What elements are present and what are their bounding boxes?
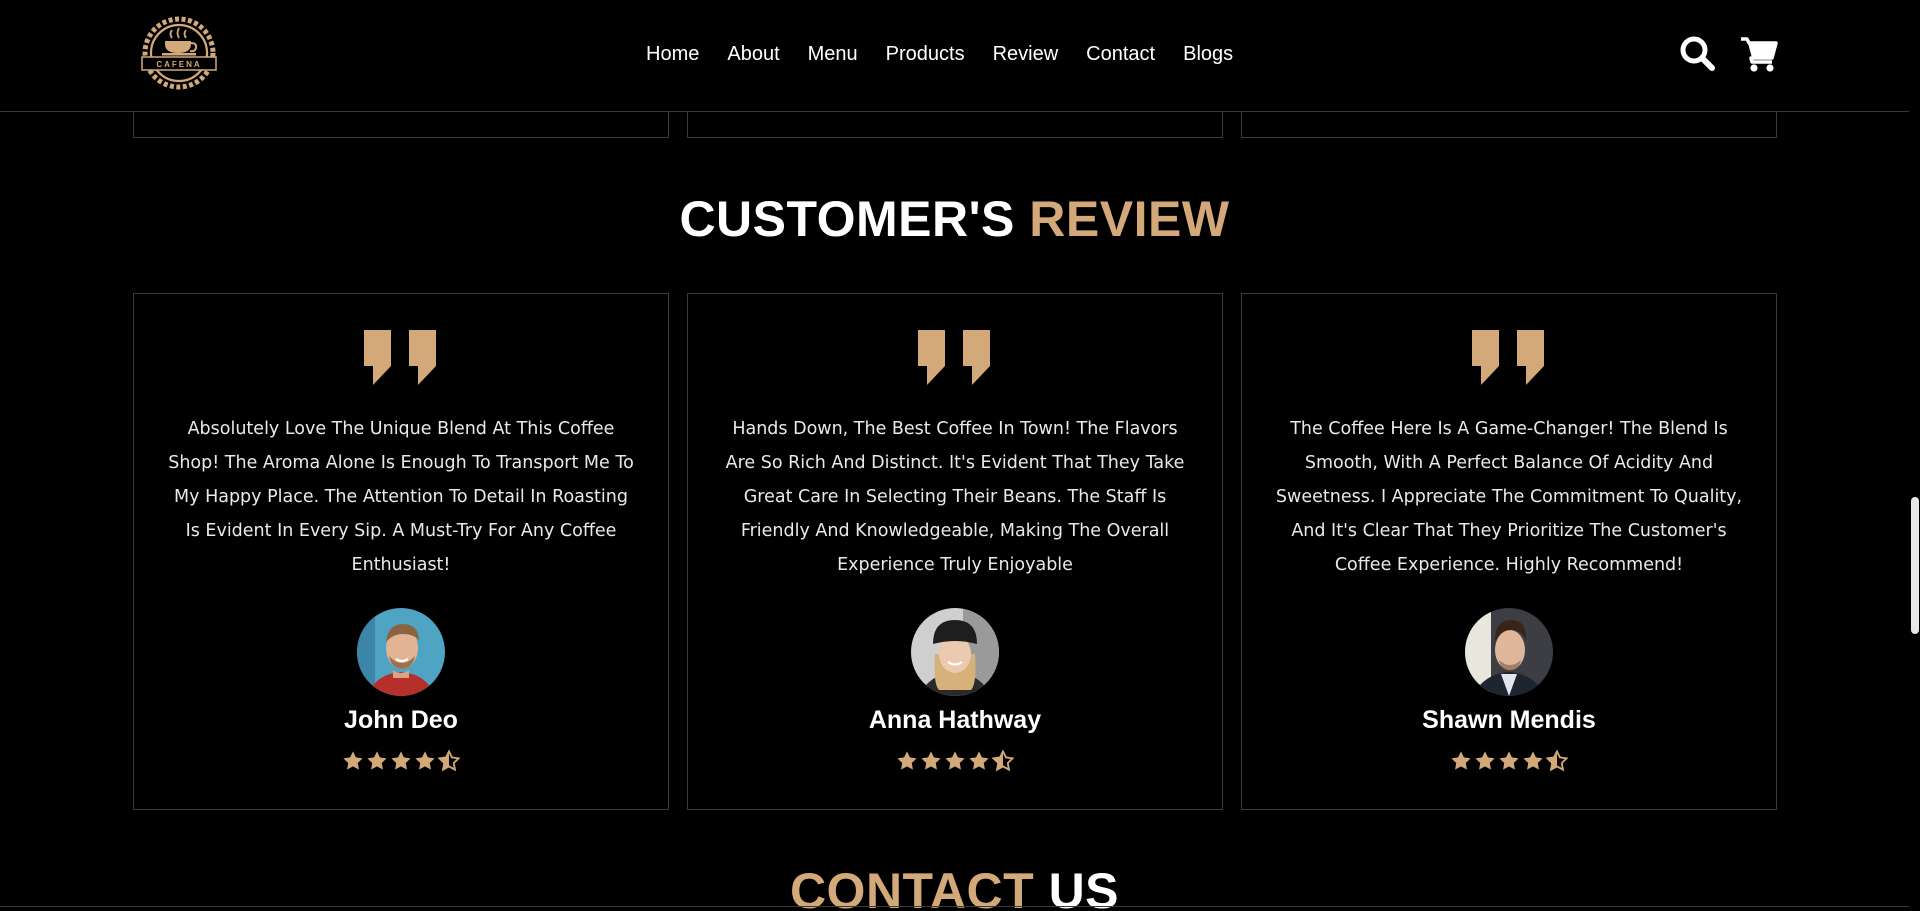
- star-half-icon: [992, 750, 1014, 772]
- star-rating: [342, 750, 460, 772]
- review-card: The Coffee Here Is A Game-Changer! The B…: [1241, 293, 1777, 810]
- avatar: [911, 608, 999, 696]
- star-icon: [1451, 751, 1471, 770]
- quote-icon: [364, 330, 438, 385]
- cart-icon[interactable]: [1739, 34, 1779, 74]
- review-text: Hands Down, The Best Coffee In Town! The…: [725, 419, 1185, 575]
- nav-products[interactable]: Products: [886, 42, 965, 66]
- title-main: CUSTOMER'S: [679, 191, 1015, 247]
- review-text: Absolutely Love The Unique Blend At This…: [168, 419, 634, 575]
- reviewer-name: Shawn Mendis: [1422, 706, 1596, 734]
- main-nav: Home About Menu Products Review Contact …: [646, 42, 1233, 66]
- quote-icon: [918, 330, 992, 385]
- nav-menu[interactable]: Menu: [808, 42, 858, 66]
- star-icon: [897, 751, 917, 770]
- contact-section-title: CONTACT US: [0, 862, 1909, 911]
- reviewer-name: Anna Hathway: [868, 706, 1042, 734]
- star-rating: [1450, 750, 1568, 772]
- cafena-logo[interactable]: CAFENA: [132, 14, 226, 92]
- site-header: CAFENA Home About Menu Products Review C…: [0, 0, 1909, 112]
- nav-contact[interactable]: Contact: [1086, 42, 1155, 66]
- star-icon: [391, 751, 411, 770]
- star-icon: [367, 751, 387, 770]
- scrollbar[interactable]: [1909, 0, 1920, 911]
- title-accent: CONTACT: [789, 863, 1035, 911]
- review-card: Hands Down, The Best Coffee In Town! The…: [687, 293, 1223, 810]
- star-icon: [1523, 751, 1543, 770]
- review-text: The Coffee Here Is A Game-Changer! The B…: [1275, 419, 1743, 575]
- reviewer-name: John Deo: [344, 706, 458, 734]
- star-icon: [343, 751, 363, 770]
- star-icon: [1475, 751, 1495, 770]
- star-icon: [415, 751, 435, 770]
- star-icon: [1499, 751, 1519, 770]
- page: CAFENA Home About Menu Products Review C…: [0, 0, 1920, 911]
- star-icon: [921, 751, 941, 770]
- star-half-icon: [1546, 750, 1568, 772]
- star-icon: [969, 751, 989, 770]
- star-rating: [896, 750, 1014, 772]
- quote-icon: [1472, 330, 1546, 385]
- title-main: US: [1048, 863, 1120, 911]
- scrollbar-thumb[interactable]: [1911, 497, 1919, 634]
- nav-review[interactable]: Review: [993, 42, 1059, 66]
- review-card: Absolutely Love The Unique Blend At This…: [133, 293, 669, 810]
- review-section-title: CUSTOMER'S REVIEW: [0, 190, 1909, 248]
- star-half-icon: [438, 750, 460, 772]
- divider: [0, 906, 1909, 907]
- search-icon[interactable]: [1678, 34, 1718, 74]
- logo-wordmark: CAFENA: [156, 60, 201, 69]
- avatar: [357, 608, 445, 696]
- avatar: [1465, 608, 1553, 696]
- nav-about[interactable]: About: [727, 42, 779, 66]
- star-icon: [945, 751, 965, 770]
- title-accent: REVIEW: [1029, 191, 1230, 247]
- nav-home[interactable]: Home: [646, 42, 699, 66]
- nav-blogs[interactable]: Blogs: [1183, 42, 1233, 66]
